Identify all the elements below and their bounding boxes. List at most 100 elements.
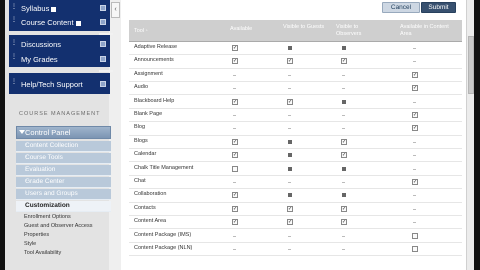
- observers-checkbox-checked[interactable]: ✓: [341, 219, 347, 226]
- content-checkbox-checked[interactable]: ✓: [412, 71, 418, 78]
- observers-not-applicable: [341, 72, 347, 78]
- nav-item-syllabus[interactable]: Syllabus: [21, 4, 57, 13]
- observers-checkbox-checked[interactable]: ✓: [341, 205, 347, 212]
- cell-marker: ✓: [232, 138, 238, 145]
- available-checkbox-checked[interactable]: ✓: [232, 58, 238, 65]
- cell-marker: [412, 246, 418, 252]
- guests-toggle-icon[interactable]: [287, 166, 293, 172]
- column-header-observers: Visible to Observers: [336, 24, 362, 37]
- observers-checkbox-checked[interactable]: ✓: [341, 58, 347, 65]
- available-checkbox-checked[interactable]: ✓: [232, 98, 238, 105]
- course-management-heading: COURSE MANAGEMENT: [19, 111, 101, 117]
- available-not-applicable: [232, 246, 238, 252]
- chevron-right-icon: ›: [25, 142, 27, 148]
- cp-item-users-and-groups[interactable]: Users and Groups ›: [16, 189, 111, 200]
- cell-marker: [233, 128, 236, 130]
- customization-guest-observer-access[interactable]: Guest and Observer Access: [24, 223, 92, 229]
- guests-toggle-icon[interactable]: [287, 192, 293, 198]
- available-checkbox-checked[interactable]: ✓: [232, 219, 238, 226]
- observers-toggle-icon[interactable]: [341, 99, 347, 105]
- chevron-down-icon[interactable]: [100, 81, 106, 87]
- cell-marker: [342, 99, 346, 104]
- available-checkbox-checked[interactable]: ✓: [232, 192, 238, 199]
- observers-checkbox-checked[interactable]: ✓: [341, 138, 347, 145]
- column-header-tool[interactable]: Tool ◦: [134, 28, 148, 35]
- collapse-menu-button[interactable]: ‹: [111, 2, 120, 18]
- cell-marker: ✓: [287, 205, 293, 212]
- scrollbar[interactable]: [466, 0, 474, 270]
- drag-handle-icon[interactable]: ⋮: [11, 17, 17, 26]
- guests-not-applicable: [287, 72, 293, 78]
- content-checkbox-checked[interactable]: ✓: [412, 179, 418, 185]
- table-row: Chat ✓: [129, 176, 462, 190]
- chevron-down-icon[interactable]: [100, 19, 106, 25]
- cell-marker: ✓: [287, 219, 293, 226]
- cp-item-course-tools[interactable]: Course Tools ›: [16, 153, 111, 164]
- table-row: Adaptive Release ✓: [129, 42, 462, 56]
- available-checkbox-checked[interactable]: ✓: [232, 138, 238, 145]
- table-row: Announcements ✓ ✓ ✓: [129, 55, 462, 69]
- cell-marker: [342, 182, 345, 183]
- guests-toggle-icon[interactable]: [287, 45, 293, 51]
- cell-marker: ✓: [232, 58, 238, 65]
- cp-item-content-collection[interactable]: Content Collection ›: [16, 141, 111, 152]
- tool-name: Chat: [134, 178, 146, 184]
- cell-marker: ✓: [341, 138, 347, 145]
- observers-not-applicable: [341, 85, 347, 91]
- nav-item-discussions[interactable]: Discussions: [21, 40, 61, 49]
- content-checkbox-checked[interactable]: ✓: [412, 85, 418, 92]
- nav-item-my-grades[interactable]: My Grades: [21, 55, 58, 64]
- available-not-applicable: [232, 125, 238, 131]
- customization-tool-availability[interactable]: Tool Availability: [24, 250, 61, 256]
- table-row: Blackboard Help ✓ ✓: [129, 96, 462, 109]
- guests-checkbox-checked[interactable]: ✓: [287, 205, 293, 212]
- observers-toggle-icon[interactable]: [341, 166, 347, 172]
- content-not-applicable: [412, 99, 418, 105]
- cell-marker: [288, 235, 291, 237]
- guests-checkbox-checked[interactable]: ✓: [287, 58, 293, 65]
- cell-marker: ✓: [341, 205, 347, 212]
- tool-name: Collaboration: [134, 191, 167, 198]
- drag-handle-icon[interactable]: ⋮: [11, 54, 17, 63]
- nav-item-help-tech-support[interactable]: Help/Tech Support: [21, 80, 83, 89]
- cell-marker: ✓: [341, 58, 347, 65]
- nav-item-course-content[interactable]: Course Content: [21, 18, 81, 27]
- customization-properties[interactable]: Properties: [24, 232, 49, 238]
- cp-item-customization[interactable]: Customization: [16, 201, 111, 212]
- guests-checkbox-checked[interactable]: ✓: [287, 219, 293, 226]
- chevron-down-icon[interactable]: [100, 56, 106, 62]
- observers-checkbox-checked[interactable]: ✓: [341, 152, 347, 159]
- available-checkbox[interactable]: [232, 165, 238, 172]
- control-panel-header[interactable]: Control Panel: [16, 126, 111, 139]
- available-checkbox-checked[interactable]: ✓: [232, 152, 238, 159]
- guests-not-applicable: [287, 112, 293, 118]
- cell-marker: ✓: [412, 125, 418, 132]
- content-checkbox-checked[interactable]: ✓: [412, 112, 418, 118]
- cp-item-grade-center[interactable]: Grade Center ›: [16, 177, 111, 188]
- cancel-button[interactable]: Cancel: [382, 2, 420, 13]
- cp-item-evaluation[interactable]: Evaluation ›: [16, 165, 111, 176]
- cell-marker: [288, 249, 291, 250]
- content-checkbox[interactable]: [412, 246, 418, 252]
- drag-handle-icon[interactable]: ⋮: [11, 4, 17, 13]
- available-checkbox-checked[interactable]: ✓: [232, 45, 238, 51]
- submit-button[interactable]: Submit: [421, 2, 456, 13]
- drag-handle-icon[interactable]: ⋮: [11, 79, 17, 88]
- course-menu-group-3: ⋮ Help/Tech Support: [9, 73, 110, 94]
- guests-toggle-icon[interactable]: [287, 152, 293, 158]
- customization-enrollment-options[interactable]: Enrollment Options: [24, 214, 71, 220]
- available-checkbox-checked[interactable]: ✓: [232, 205, 238, 212]
- guests-checkbox-checked[interactable]: ✓: [287, 98, 293, 105]
- customization-style[interactable]: Style: [24, 241, 36, 247]
- cell-marker: [288, 193, 292, 198]
- chevron-down-icon[interactable]: [100, 5, 106, 11]
- drag-handle-icon[interactable]: ⋮: [11, 40, 17, 49]
- content-checkbox[interactable]: [412, 232, 418, 239]
- cell-marker: [233, 74, 236, 76]
- observers-toggle-icon[interactable]: [341, 45, 347, 51]
- chevron-down-icon[interactable]: [100, 41, 106, 47]
- content-checkbox-checked[interactable]: ✓: [412, 125, 418, 132]
- guests-toggle-icon[interactable]: [287, 139, 293, 145]
- observers-toggle-icon[interactable]: [341, 192, 347, 198]
- tool-name: Blank Page: [134, 111, 163, 117]
